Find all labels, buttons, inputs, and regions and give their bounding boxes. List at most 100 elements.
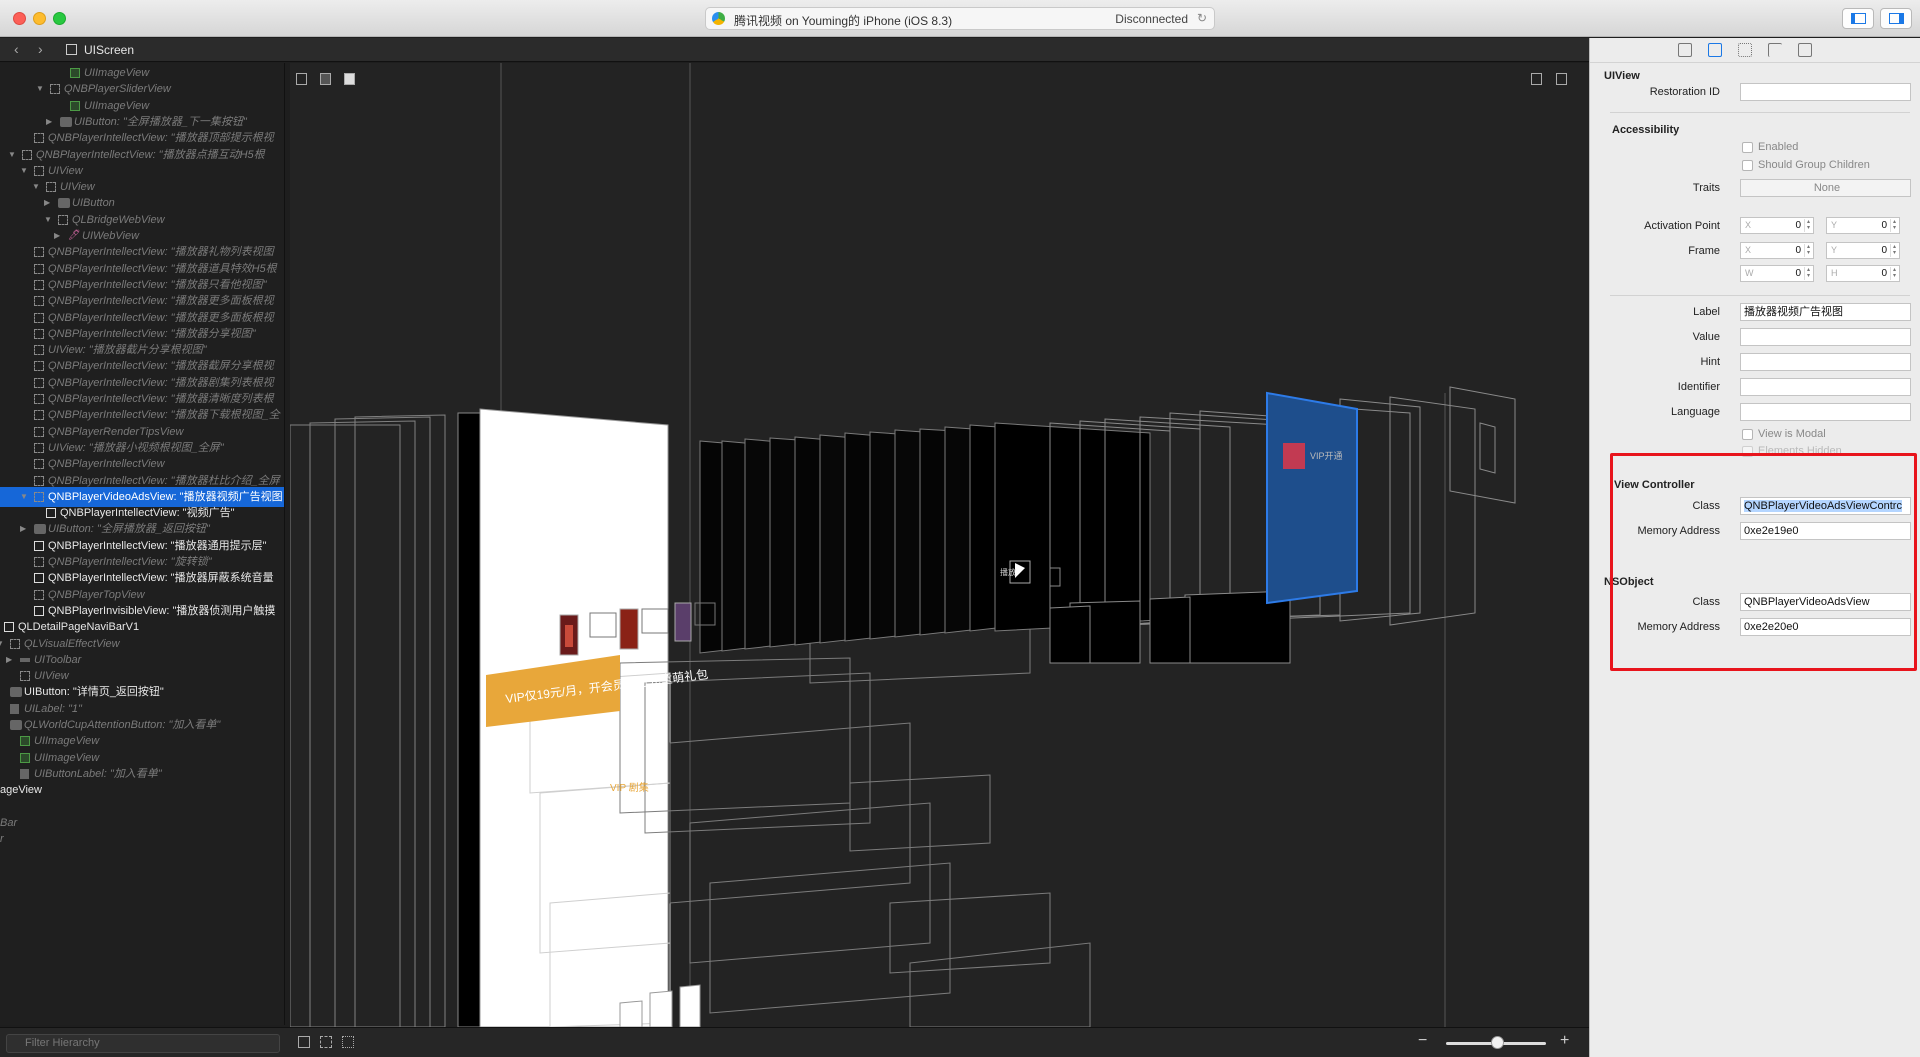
view-is-modal-checkbox[interactable] [1742,429,1753,440]
vc-memory-field[interactable]: 0xe2e19e0 [1740,522,1911,540]
traits-field[interactable]: None [1740,179,1911,197]
attributes-inspector-icon[interactable] [1738,43,1752,57]
button-icon [34,524,46,535]
ns-memory-field[interactable]: 0xe2e20e0 [1740,618,1911,636]
toolbar-icon [20,657,30,662]
view-icon [34,459,44,470]
chevron-left-icon[interactable]: ‹ [14,41,19,57]
layer-inspector-icon[interactable] [1798,43,1812,57]
view-icon [34,410,44,421]
view-icon [34,296,44,307]
view-icon [34,312,44,323]
elements-hidden-checkbox[interactable] [1742,446,1753,457]
view-icon [46,182,56,193]
view-icon [34,377,44,388]
toggle-navigator-button[interactable] [1842,8,1874,29]
view-hierarchy-tree[interactable]: UIImageView ▼ QNBPlayerSliderView UIImageVi… [0,63,285,1025]
activation-point-label: Activation Point [1644,220,1720,232]
a11y-identifier-field[interactable] [1740,378,1911,396]
image-view-icon [70,100,80,111]
tree-row[interactable]: r [0,829,284,849]
filter-bar: Filter Hierarchy [0,1027,290,1057]
elements-hidden-label: Elements Hidden [1758,445,1842,457]
breadcrumb[interactable]: UIScreen [84,43,134,57]
view-icon [34,540,44,551]
button-icon [10,687,22,698]
view-icon [34,573,44,584]
restoration-id-label: Restoration ID [1649,86,1720,98]
canvas-toolbar: − + [290,1027,1589,1057]
views-icon[interactable] [342,1036,354,1048]
object-inspector-icon[interactable] [1708,43,1722,57]
activity-viewer[interactable]: 腾讯视频 on Youming的 iPhone (iOS 8.3) Discon… [705,7,1215,30]
accessibility-section-title: Accessibility [1612,124,1680,136]
enabled-label: Enabled [1758,141,1799,153]
zoom-out-button[interactable]: − [1418,1032,1427,1050]
enabled-checkbox[interactable] [1742,142,1753,153]
view-icon [34,361,44,372]
a11y-value-label: Value [1692,331,1720,343]
view-icon [34,557,44,567]
frame-x-field[interactable]: X 0 ▴ ▾ [1740,242,1814,259]
activation-x-field[interactable]: X 0 ▴ ▾ [1740,217,1814,234]
view-icon [22,149,32,160]
debug-canvas[interactable]: VIP开通 VIP仅19元/月，开会员赢万元童萌礼包 播放 VIP 剧集 [290,63,1589,1027]
image-view-icon [20,736,30,747]
zoom-slider-knob[interactable] [1491,1036,1504,1049]
restoration-id-field[interactable] [1740,83,1911,101]
screen-icon [66,44,77,55]
view-icon [34,475,44,486]
view-icon [34,491,44,502]
nsobject-section-title: NSObject [1604,576,1654,588]
vc-class-field[interactable]: QNBPlayerVideoAdsViewContrc [1740,497,1911,515]
clip-icon[interactable] [298,1036,310,1048]
view-icon [34,589,44,600]
ns-memory-label: Memory Address [1637,621,1720,633]
frame-y-field[interactable]: Y 0 ▴ ▾ [1826,242,1900,259]
a11y-hint-label: Hint [1700,356,1720,368]
ns-class-label: Class [1692,596,1720,608]
view-controller-section-title: View Controller [1614,479,1695,491]
refresh-icon[interactable]: ↻ [1197,11,1207,25]
frame-h-field[interactable]: H 0 ▴ ▾ [1826,265,1900,282]
zoom-in-button[interactable]: + [1560,1032,1569,1050]
group-children-checkbox[interactable] [1742,160,1753,171]
view-icon [34,442,44,453]
maximize-window-button[interactable] [53,12,66,25]
object-inspector: UIView Restoration ID Accessibility Enab… [1589,38,1920,1057]
image-view-icon [20,752,30,763]
view-icon [34,426,44,437]
view-icon [20,671,30,682]
close-window-button[interactable] [13,12,26,25]
button-icon [10,720,22,730]
vc-class-label: Class [1692,500,1720,512]
range-icon[interactable] [320,1036,332,1048]
a11y-language-field[interactable] [1740,403,1911,421]
svg-text:VIP 剧集: VIP 剧集 [610,781,649,794]
frame-label: Frame [1688,245,1720,257]
view-icon [34,165,44,176]
view-icon [34,279,44,290]
uiview-section-title: UIView [1604,70,1640,82]
app-icon [712,12,725,25]
size-inspector-icon[interactable] [1768,43,1782,57]
a11y-value-field[interactable] [1740,328,1911,346]
file-inspector-icon[interactable] [1678,43,1692,57]
chevron-right-icon[interactable]: › [38,41,43,57]
activation-y-field[interactable]: Y 0 ▴ ▾ [1826,217,1900,234]
a11y-label-field[interactable]: 播放器视频广告视图 [1740,303,1911,321]
view-icon [34,345,44,356]
image-view-icon [70,68,80,78]
filter-hierarchy-input[interactable]: Filter Hierarchy [6,1034,280,1053]
ns-class-field[interactable]: QNBPlayerVideoAdsView [1740,593,1911,611]
toggle-inspector-button[interactable] [1880,8,1912,29]
frame-w-field[interactable]: W 0 ▴ ▾ [1740,265,1814,282]
tree-row-label: r [0,833,4,846]
minimize-window-button[interactable] [33,12,46,25]
view-icon [34,605,44,616]
vc-memory-label: Memory Address [1637,525,1720,537]
button-icon [60,116,72,127]
view-icon [58,214,68,225]
button-icon [58,198,70,209]
a11y-hint-field[interactable] [1740,353,1911,371]
